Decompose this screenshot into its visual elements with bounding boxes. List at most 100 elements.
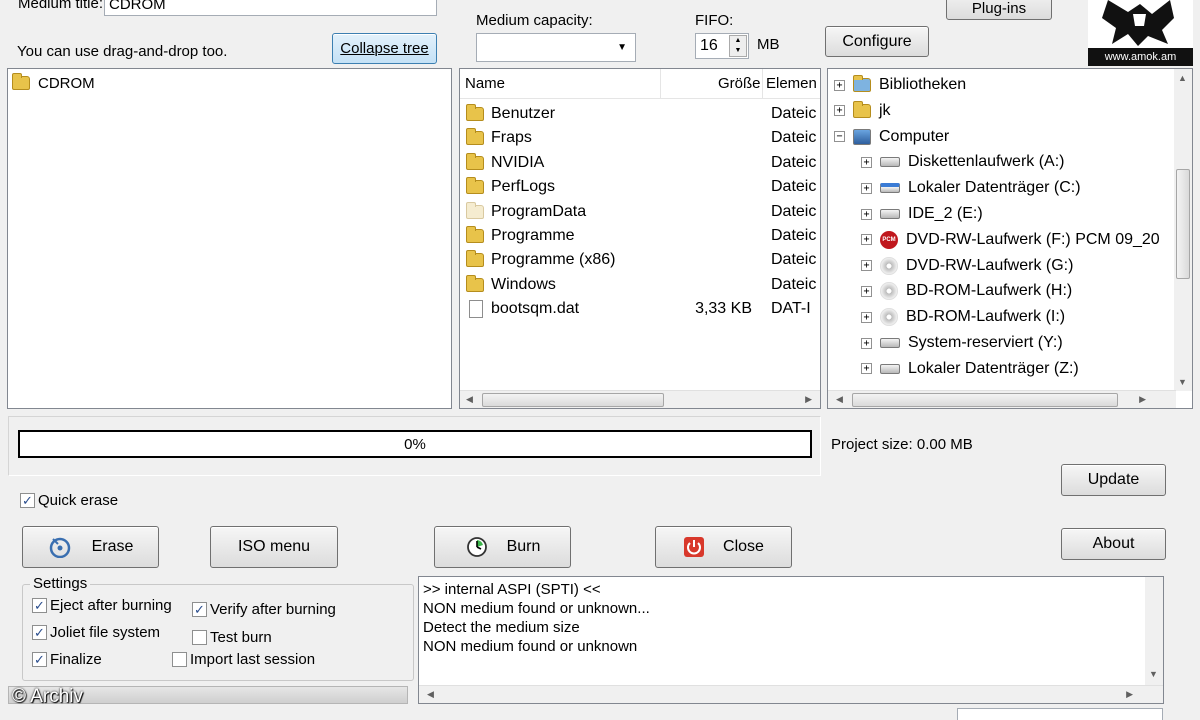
medium-capacity-select[interactable]: ▼ bbox=[476, 33, 636, 62]
tree-item[interactable]: + BD-ROM-Laufwerk (H:) bbox=[861, 279, 1192, 303]
library-icon bbox=[853, 75, 871, 92]
project-tree-root[interactable]: CDROM bbox=[12, 71, 451, 95]
scroll-left-icon[interactable]: ◀ bbox=[836, 394, 843, 405]
tree-item[interactable]: − Computer bbox=[834, 125, 1192, 149]
expand-icon[interactable]: + bbox=[861, 234, 872, 246]
collapse-icon[interactable]: − bbox=[834, 131, 845, 143]
explorer-vscrollbar[interactable]: ▲ ▼ bbox=[1174, 69, 1192, 391]
tree-item[interactable]: + jk bbox=[834, 99, 1192, 123]
folder-icon bbox=[466, 201, 484, 219]
configure-button[interactable]: Configure bbox=[825, 26, 929, 57]
expand-icon[interactable]: + bbox=[861, 260, 872, 272]
expand-icon[interactable]: + bbox=[861, 363, 872, 375]
medium-title-input[interactable]: CDROM bbox=[104, 0, 437, 16]
dvd-drive-icon bbox=[880, 256, 898, 275]
tree-item[interactable]: + BD-ROM-Laufwerk (I:) bbox=[861, 305, 1192, 329]
file-list-row[interactable]: NVIDIA Dateic bbox=[460, 151, 820, 175]
expand-icon[interactable]: + bbox=[861, 182, 872, 194]
file-type: Dateic bbox=[771, 178, 817, 196]
tree-item[interactable]: + IDE_2 (E:) bbox=[861, 202, 1192, 226]
column-header-name[interactable]: Name bbox=[465, 75, 505, 92]
scroll-down-icon[interactable]: ▼ bbox=[1178, 377, 1187, 387]
scroll-up-icon[interactable]: ▲ bbox=[1178, 73, 1187, 83]
iso-menu-button[interactable]: ISO menu bbox=[210, 526, 338, 568]
joliet-checkbox[interactable]: ✓ Joliet file system bbox=[32, 624, 160, 641]
burn-button[interactable]: Burn bbox=[434, 526, 571, 568]
explorer-hscrollbar[interactable]: ◀ ▶ bbox=[828, 390, 1176, 408]
eject-after-burning-checkbox[interactable]: ✓ Eject after burning bbox=[32, 597, 172, 614]
column-header-size[interactable]: Größe bbox=[718, 75, 761, 92]
expand-icon[interactable]: + bbox=[834, 79, 845, 91]
scroll-down-icon[interactable]: ▼ bbox=[1149, 669, 1158, 679]
log-line: NON medium found or unknown bbox=[423, 638, 638, 655]
tree-item[interactable]: + System-reserviert (Y:) bbox=[861, 331, 1192, 355]
folder-icon bbox=[466, 177, 484, 195]
tree-item-label: DVD-RW-Laufwerk (F:) PCM 09_20 bbox=[906, 230, 1160, 248]
chevron-down-icon: ▼ bbox=[617, 42, 627, 53]
scroll-right-icon[interactable]: ▶ bbox=[805, 394, 812, 405]
expand-icon[interactable]: + bbox=[861, 285, 872, 297]
column-header-type[interactable]: Elemen bbox=[766, 75, 817, 92]
erase-button[interactable]: Erase bbox=[22, 526, 159, 568]
verify-after-burning-checkbox[interactable]: ✓ Verify after burning bbox=[192, 601, 336, 618]
project-tree-panel[interactable]: CDROM bbox=[7, 68, 452, 409]
close-button[interactable]: Close bbox=[655, 526, 792, 568]
scroll-left-icon[interactable]: ◀ bbox=[427, 689, 434, 700]
scroll-thumb[interactable] bbox=[1176, 169, 1190, 279]
file-list-row[interactable]: Windows Dateic bbox=[460, 273, 820, 297]
quick-erase-checkbox[interactable]: ✓ Quick erase bbox=[20, 492, 118, 509]
file-list-row[interactable]: Programme (x86) Dateic bbox=[460, 248, 820, 272]
configure-label: Configure bbox=[842, 32, 912, 50]
file-list-panel[interactable]: Name Größe Elemen Benutzer Dateic Fraps Dat… bbox=[459, 68, 821, 409]
scroll-thumb[interactable] bbox=[482, 393, 664, 407]
plugins-button[interactable]: Plug-ins bbox=[946, 0, 1052, 20]
tree-item[interactable]: + DVD-RW-Laufwerk (G:) bbox=[861, 254, 1192, 278]
file-list-row[interactable]: ProgramData Dateic bbox=[460, 200, 820, 224]
scroll-right-icon[interactable]: ▶ bbox=[1126, 689, 1133, 700]
tree-item[interactable]: + Bibliotheken bbox=[834, 73, 1192, 97]
file-list-row[interactable]: Fraps Dateic bbox=[460, 126, 820, 150]
finalize-checkbox[interactable]: ✓ Finalize bbox=[32, 651, 102, 668]
column-divider[interactable] bbox=[762, 69, 763, 99]
scroll-thumb[interactable] bbox=[852, 393, 1118, 407]
about-button[interactable]: About bbox=[1061, 528, 1166, 560]
tree-item[interactable]: + Diskettenlaufwerk (A:) bbox=[861, 150, 1192, 174]
tree-item[interactable]: + Lokaler Datenträger (C:) bbox=[861, 176, 1192, 200]
collapse-tree-button[interactable]: Collapse tree bbox=[332, 33, 437, 64]
file-list-row[interactable]: Benutzer Dateic bbox=[460, 102, 820, 126]
expand-icon[interactable]: + bbox=[861, 208, 872, 220]
checkmark-icon: ✓ bbox=[32, 598, 47, 613]
spinner-arrows-icon[interactable]: ▲ ▼ bbox=[729, 35, 747, 57]
fifo-label: FIFO: bbox=[695, 12, 734, 29]
import-label: Import last session bbox=[190, 651, 316, 668]
expand-icon[interactable]: + bbox=[861, 311, 872, 323]
scroll-right-icon[interactable]: ▶ bbox=[1139, 394, 1146, 405]
folder-icon bbox=[466, 250, 484, 268]
tree-item-label: jk bbox=[879, 101, 891, 119]
log-vscrollbar[interactable]: ▼ bbox=[1145, 577, 1163, 685]
progress-percent: 0% bbox=[404, 435, 426, 453]
expand-icon[interactable]: + bbox=[834, 105, 845, 117]
file-list-row[interactable]: bootsqm.dat 3,33 KB DAT-I bbox=[460, 297, 820, 321]
log-hscrollbar[interactable]: ◀ ▶ bbox=[419, 685, 1163, 703]
file-list-row[interactable]: Programme Dateic bbox=[460, 224, 820, 248]
test-burn-checkbox[interactable]: Test burn bbox=[192, 629, 272, 646]
explorer-tree-panel[interactable]: + Bibliotheken + jk − Computer + Diskettenlaufw… bbox=[827, 68, 1193, 409]
import-last-session-checkbox[interactable]: Import last session bbox=[172, 651, 315, 668]
fifo-spinner[interactable]: 16 ▲ ▼ bbox=[695, 33, 749, 59]
tree-item[interactable]: + PCM DVD-RW-Laufwerk (F:) PCM 09_20 bbox=[861, 228, 1192, 252]
tree-item[interactable]: + Lokaler Datenträger (Z:) bbox=[861, 357, 1192, 381]
file-list-row[interactable]: PerfLogs Dateic bbox=[460, 175, 820, 199]
scroll-left-icon[interactable]: ◀ bbox=[466, 394, 473, 405]
log-panel[interactable]: >> internal ASPI (SPTI) << NON medium fo… bbox=[418, 576, 1164, 704]
file-list-hscrollbar[interactable]: ◀ ▶ bbox=[460, 390, 820, 408]
expand-icon[interactable]: + bbox=[861, 337, 872, 349]
folder-icon bbox=[466, 274, 484, 292]
column-divider[interactable] bbox=[660, 69, 661, 99]
expand-icon[interactable]: + bbox=[861, 156, 872, 168]
file-type: Dateic bbox=[771, 227, 817, 244]
update-button[interactable]: Update bbox=[1061, 464, 1166, 496]
log-lines: >> internal ASPI (SPTI) << NON medium fo… bbox=[423, 580, 650, 656]
bottom-field[interactable] bbox=[957, 708, 1163, 720]
progress-bar: 0% bbox=[18, 430, 812, 458]
